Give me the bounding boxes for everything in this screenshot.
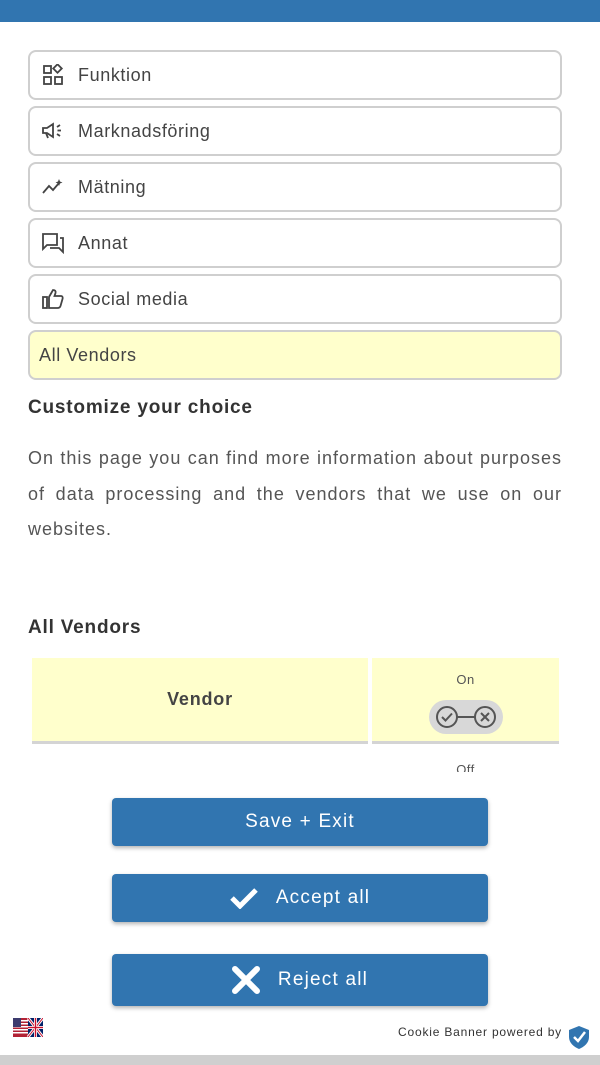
- bottom-bar: [0, 1055, 600, 1065]
- category-list: Funktion Marknadsföring Mätning Annat So…: [28, 50, 562, 386]
- toggle-off-label: Off: [456, 762, 475, 772]
- vendor-table: Vendor On Off: [32, 658, 559, 772]
- category-annat[interactable]: Annat: [28, 218, 562, 268]
- category-label: Annat: [78, 232, 129, 253]
- reject-all-label: Reject all: [277, 969, 369, 990]
- vendors-title: All Vendors: [28, 617, 142, 638]
- check-cross-toggle-icon: [436, 706, 496, 728]
- accept-all-label: Accept all: [275, 887, 371, 908]
- category-label: Marknadsföring: [78, 120, 211, 141]
- category-marknadsforing[interactable]: Marknadsföring: [28, 106, 562, 156]
- close-icon: [231, 966, 260, 994]
- reject-all-button[interactable]: Reject all: [112, 954, 488, 1006]
- language-flag-icon[interactable]: [13, 1017, 45, 1038]
- chat-icon: [40, 230, 66, 256]
- checkmark-icon: [230, 887, 258, 909]
- category-funktion[interactable]: Funktion: [28, 50, 562, 100]
- customize-description: On this page you can find more informati…: [28, 448, 562, 539]
- toggle-on-label: On: [456, 672, 475, 687]
- widgets-icon: [40, 62, 66, 88]
- thumbs-up-icon: [40, 286, 66, 312]
- toggle-all-switch[interactable]: [429, 700, 503, 734]
- category-matning[interactable]: Mätning: [28, 162, 562, 212]
- top-bar: [0, 0, 600, 22]
- category-label: Social media: [78, 288, 189, 309]
- action-panel: Save + Exit Accept all Reject all: [0, 775, 600, 1060]
- category-all-vendors[interactable]: All Vendors: [28, 330, 562, 380]
- save-exit-button[interactable]: Save + Exit: [112, 798, 488, 846]
- sparkline-icon: [40, 174, 66, 200]
- save-exit-label: Save + Exit: [245, 811, 355, 832]
- megaphone-icon: [40, 118, 66, 144]
- powered-by-text: Cookie Banner powered by: [398, 1025, 562, 1039]
- vendor-column-header: Vendor: [32, 658, 368, 744]
- accept-all-button[interactable]: Accept all: [112, 874, 488, 922]
- category-social-media[interactable]: Social media: [28, 274, 562, 324]
- category-label: All Vendors: [39, 344, 137, 365]
- category-label: Mätning: [78, 176, 147, 197]
- customize-title: Customize your choice: [28, 397, 253, 418]
- shield-check-logo-icon[interactable]: [566, 1024, 592, 1050]
- category-label: Funktion: [78, 64, 152, 85]
- toggle-column-header: On: [372, 658, 559, 744]
